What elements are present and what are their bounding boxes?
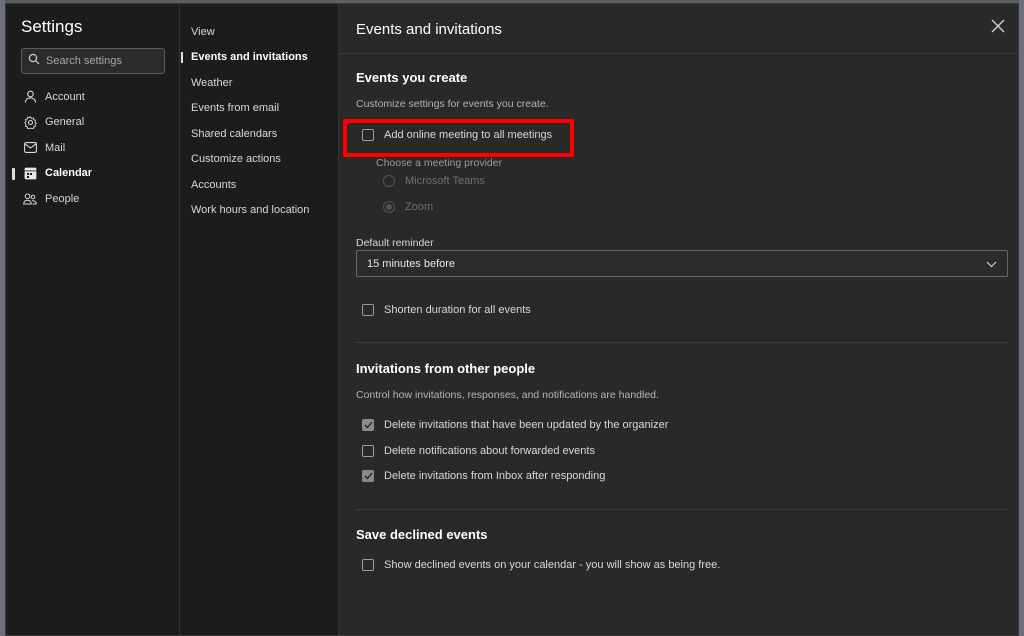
radio-button[interactable] bbox=[383, 201, 395, 213]
nav-item-account[interactable]: Account bbox=[6, 84, 180, 110]
shorten-duration-checkbox[interactable] bbox=[362, 304, 374, 316]
delete-after-responding-checkbox[interactable] bbox=[362, 470, 374, 482]
nav-item-general[interactable]: General bbox=[6, 110, 180, 136]
section-description: Control how invitations, responses, and … bbox=[356, 389, 659, 401]
dropdown-value: 15 minutes before bbox=[367, 257, 456, 270]
subnav-item-accounts[interactable]: Accounts bbox=[180, 172, 339, 198]
nav-item-people[interactable]: People bbox=[6, 186, 180, 212]
default-reminder-label: Default reminder bbox=[356, 237, 434, 249]
nav-item-label: Calendar bbox=[45, 167, 93, 180]
primary-nav: Account General Mail Calendar People bbox=[6, 84, 180, 212]
secondary-nav: View Events and invitations Weather Even… bbox=[180, 19, 339, 223]
section-title-save-declined: Save declined events bbox=[356, 527, 488, 542]
mail-icon bbox=[23, 141, 37, 155]
delete-updated-invitations-checkbox[interactable] bbox=[362, 419, 374, 431]
nav-item-label: People bbox=[45, 192, 80, 205]
checkbox-label: Show declined events on your calendar - … bbox=[384, 559, 721, 571]
page-title: Events and invitations bbox=[356, 21, 502, 38]
nav-item-label: General bbox=[45, 116, 85, 129]
show-declined-events-checkbox-row[interactable]: Show declined events on your calendar - … bbox=[362, 559, 720, 571]
delete-forwarded-notifications-checkbox-row[interactable]: Delete notifications about forwarded eve… bbox=[362, 445, 595, 457]
close-button[interactable] bbox=[990, 18, 1008, 36]
nav-item-mail[interactable]: Mail bbox=[6, 135, 180, 161]
checkbox-label: Shorten duration for all events bbox=[384, 304, 531, 316]
chevron-down-icon bbox=[986, 259, 997, 271]
gear-icon bbox=[23, 115, 37, 129]
meeting-provider-label: Choose a meeting provider bbox=[376, 157, 503, 169]
nav-item-calendar[interactable]: Calendar bbox=[6, 161, 180, 187]
delete-after-responding-checkbox-row[interactable]: Delete invitations from Inbox after resp… bbox=[362, 470, 605, 482]
checkbox-label: Delete notifications about forwarded eve… bbox=[384, 445, 595, 457]
default-reminder-dropdown[interactable]: 15 minutes before bbox=[356, 250, 1008, 277]
people-icon bbox=[23, 192, 37, 206]
subnav-item-events-from-email[interactable]: Events from email bbox=[180, 96, 339, 122]
settings-sidebar: Settings Account General bbox=[6, 4, 180, 635]
search-input[interactable] bbox=[46, 55, 156, 67]
settings-content: Events and invitations Events you create… bbox=[339, 4, 1018, 635]
section-title-invitations: Invitations from other people bbox=[356, 361, 536, 376]
section-title-events-you-create: Events you create bbox=[356, 70, 468, 85]
settings-window: Settings Account General bbox=[5, 3, 1019, 636]
content-header: Events and invitations bbox=[339, 4, 1018, 54]
subnav-item-work-hours[interactable]: Work hours and location bbox=[180, 198, 339, 224]
section-description: Customize settings for events you create… bbox=[356, 98, 549, 110]
subnav-item-events-and-invitations[interactable]: Events and invitations bbox=[180, 45, 339, 71]
checkbox-label: Delete invitations from Inbox after resp… bbox=[384, 470, 606, 482]
search-box[interactable] bbox=[21, 48, 165, 74]
subnav-item-shared-calendars[interactable]: Shared calendars bbox=[180, 121, 339, 147]
settings-title: Settings bbox=[21, 17, 83, 36]
shorten-duration-checkbox-row[interactable]: Shorten duration for all events bbox=[362, 304, 531, 316]
show-declined-events-checkbox[interactable] bbox=[362, 559, 374, 571]
calendar-subnav: View Events and invitations Weather Even… bbox=[180, 4, 339, 635]
calendar-icon bbox=[23, 166, 37, 180]
person-icon bbox=[23, 90, 37, 104]
section-divider bbox=[356, 342, 1008, 343]
delete-forwarded-notifications-checkbox[interactable] bbox=[362, 445, 374, 457]
delete-updated-invitations-checkbox-row[interactable]: Delete invitations that have been update… bbox=[362, 419, 668, 431]
radio-label: Zoom bbox=[405, 201, 434, 213]
section-divider bbox=[356, 509, 1008, 510]
radio-label: Microsoft Teams bbox=[405, 175, 485, 187]
radio-button[interactable] bbox=[383, 175, 395, 187]
close-icon bbox=[990, 19, 1006, 38]
highlight-annotation bbox=[343, 119, 574, 157]
subnav-item-customize-actions[interactable]: Customize actions bbox=[180, 147, 339, 173]
background-strip-right bbox=[1019, 0, 1024, 636]
nav-item-label: Account bbox=[45, 90, 85, 103]
subnav-item-weather[interactable]: Weather bbox=[180, 70, 339, 96]
checkbox-label: Delete invitations that have been update… bbox=[384, 419, 669, 431]
provider-option-zoom[interactable]: Zoom bbox=[383, 201, 433, 213]
search-icon bbox=[28, 52, 40, 70]
subnav-item-view[interactable]: View bbox=[180, 19, 339, 45]
nav-item-label: Mail bbox=[45, 141, 66, 154]
provider-option-teams[interactable]: Microsoft Teams bbox=[383, 175, 485, 187]
